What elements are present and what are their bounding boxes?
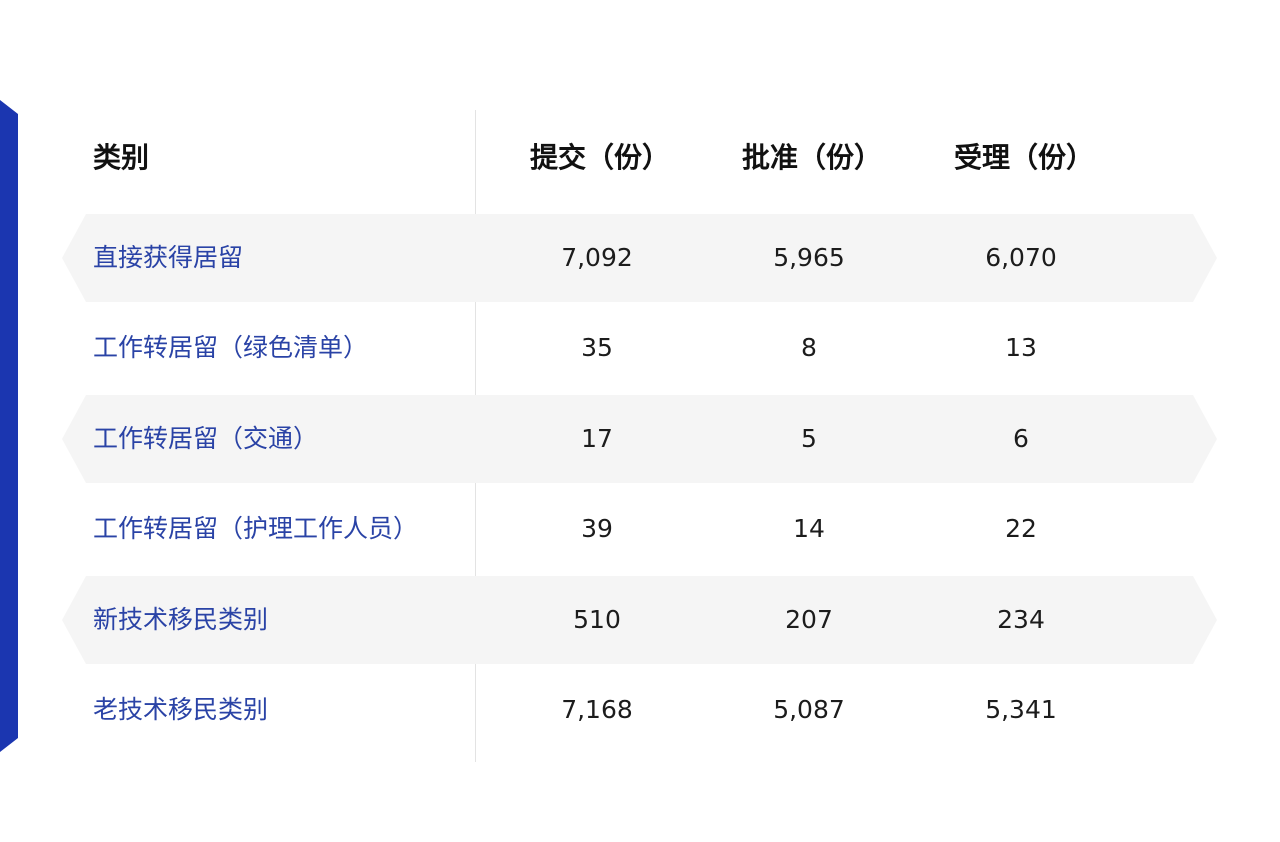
- table-row: 工作转居留（交通） 17 5 6: [0, 395, 1280, 483]
- row-category: 工作转居留（护理工作人员）: [93, 514, 419, 543]
- row-submitted: 510: [573, 605, 621, 634]
- row-accepted: 6,070: [985, 243, 1057, 272]
- row-approved: 5,965: [773, 243, 845, 272]
- row-approved: 5,087: [773, 695, 845, 724]
- header-category: 类别: [93, 141, 150, 174]
- row-accepted: 5,341: [985, 695, 1057, 724]
- row-approved: 14: [793, 514, 825, 543]
- header-submitted: 提交（份）: [530, 141, 671, 174]
- table-header: 类别 提交（份） 批准（份） 受理（份）: [0, 118, 1280, 198]
- row-submitted: 35: [581, 333, 613, 362]
- table-row: 新技术移民类别 510 207 234: [0, 576, 1280, 664]
- row-category: 工作转居留（绿色清单）: [93, 333, 369, 362]
- table-row: 直接获得居留 7,092 5,965 6,070: [0, 214, 1280, 302]
- row-category: 直接获得居留: [93, 243, 244, 272]
- table-row: 工作转居留（绿色清单） 35 8 13: [0, 304, 1280, 392]
- row-approved: 5: [801, 424, 817, 453]
- row-category: 新技术移民类别: [93, 605, 269, 634]
- row-approved: 207: [785, 605, 833, 634]
- header-accepted: 受理（份）: [954, 141, 1095, 174]
- table-row: 工作转居留（护理工作人员） 39 14 22: [0, 485, 1280, 573]
- row-accepted: 13: [1005, 333, 1037, 362]
- row-submitted: 7,092: [561, 243, 633, 272]
- page: 类别 提交（份） 批准（份） 受理（份） 直接获得居留 7,092 5,965 …: [0, 0, 1280, 842]
- row-submitted: 7,168: [561, 695, 633, 724]
- row-accepted: 6: [1013, 424, 1029, 453]
- row-category: 老技术移民类别: [93, 695, 269, 724]
- header-approved: 批准（份）: [742, 141, 883, 174]
- row-submitted: 39: [581, 514, 613, 543]
- row-accepted: 234: [997, 605, 1045, 634]
- row-accepted: 22: [1005, 514, 1037, 543]
- row-category: 工作转居留（交通）: [93, 424, 319, 453]
- table-row: 老技术移民类别 7,168 5,087 5,341: [0, 666, 1280, 754]
- row-approved: 8: [801, 333, 817, 362]
- row-submitted: 17: [581, 424, 613, 453]
